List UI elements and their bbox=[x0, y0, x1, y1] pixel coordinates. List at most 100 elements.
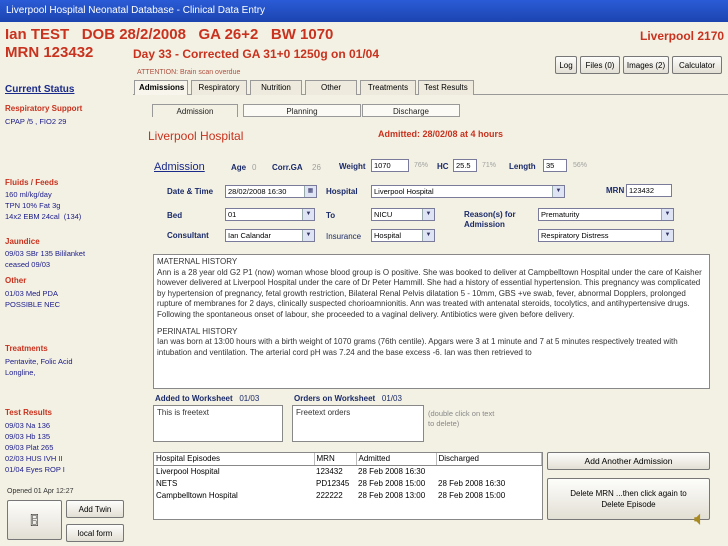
hc-label: HC bbox=[437, 162, 449, 171]
subtab-planning[interactable]: Planning bbox=[243, 104, 361, 117]
local-form-button[interactable]: local form bbox=[66, 524, 124, 542]
episode-mrn: 123432 bbox=[316, 466, 343, 476]
tab-nutrition[interactable]: Nutrition bbox=[250, 80, 302, 95]
weight-label: Weight bbox=[339, 162, 366, 171]
added-to-worksheet-date: 01/03 bbox=[239, 394, 260, 403]
episodes-header-mrn: MRN bbox=[314, 453, 357, 466]
episodes-header-row: Hospital Episodes MRN Admitted Discharge… bbox=[154, 453, 542, 466]
episode-admitted: 28 Feb 2008 13:00 bbox=[358, 490, 426, 500]
other-text: 01/03 Med PDA POSSIBLE NEC bbox=[5, 289, 61, 309]
datetime-value: 28/02/2008 16:30 bbox=[228, 187, 287, 196]
admission-heading: Admission bbox=[154, 161, 205, 173]
patient-mrn: MRN 123432 bbox=[5, 44, 94, 61]
hc-input[interactable]: 25.5 bbox=[453, 159, 477, 172]
status-sidebar: Current Status Respiratory Support CPAP … bbox=[0, 78, 130, 546]
orders-on-worksheet-label: Orders on Worksheet 01/03 bbox=[294, 394, 402, 403]
reason2-select[interactable]: Respiratory Distress ▼ bbox=[538, 229, 674, 242]
consultant-select[interactable]: Ian Calandar ▼ bbox=[225, 229, 315, 242]
calculator-button[interactable]: Calculator bbox=[672, 56, 722, 74]
episodes-table[interactable]: Hospital Episodes MRN Admitted Discharge… bbox=[153, 452, 543, 520]
hospital-label: Hospital bbox=[326, 187, 358, 196]
reason1-select[interactable]: Prematurity ▼ bbox=[538, 208, 674, 221]
opened-timestamp: Opened 01 Apr 12:27 bbox=[7, 488, 74, 495]
speaker-icon[interactable]: 🔈︎ bbox=[694, 508, 706, 531]
hospital-select-value: Liverpool Hospital bbox=[374, 187, 434, 196]
datetime-label: Date & Time bbox=[167, 187, 214, 196]
hc-percentile: 71% bbox=[482, 162, 497, 169]
orders-on-worksheet-text: Orders on Worksheet bbox=[294, 394, 376, 403]
subtab-discharge[interactable]: Discharge bbox=[362, 104, 460, 117]
chevron-down-icon: ▼ bbox=[552, 186, 564, 197]
tab-other[interactable]: Other bbox=[305, 80, 357, 95]
length-label: Length bbox=[509, 162, 536, 171]
weight-percentile: 76% bbox=[414, 162, 429, 169]
window-title: Liverpool Hospital Neonatal Database - C… bbox=[6, 5, 266, 16]
treatments-text: Pentavite, Folic Acid Longline, bbox=[5, 357, 73, 377]
maternal-history-text: Ann is a 28 year old G2 P1 (now) woman w… bbox=[157, 267, 702, 319]
add-twin-button[interactable]: Add Twin bbox=[66, 500, 124, 518]
insurance-select[interactable]: Hospital ▼ bbox=[371, 229, 435, 242]
episodes-header-admitted: Admitted bbox=[356, 453, 437, 466]
images-button[interactable]: Images (2) bbox=[623, 56, 669, 74]
bed-label: Bed bbox=[167, 211, 183, 220]
length-percentile: 56% bbox=[573, 162, 588, 169]
to-label: To bbox=[326, 211, 336, 220]
log-button[interactable]: Log bbox=[555, 56, 577, 74]
hospital-code: Liverpool 2170 bbox=[640, 29, 725, 43]
tab-respiratory[interactable]: Respiratory bbox=[191, 80, 247, 95]
patient-ga: GA 26+2 bbox=[198, 26, 259, 43]
chevron-down-icon: ▼ bbox=[302, 230, 314, 241]
tab-test-results[interactable]: Test Results bbox=[418, 80, 474, 95]
table-row[interactable]: NETS PD12345 28 Feb 2008 15:00 28 Feb 20… bbox=[154, 477, 542, 489]
added-worksheet-box[interactable]: This is freetext bbox=[153, 405, 283, 442]
reason-label: Reason(s) for Admission bbox=[464, 210, 516, 229]
other-title: Other bbox=[5, 276, 27, 285]
episode-mrn: PD12345 bbox=[316, 478, 350, 488]
exit-button[interactable]: 🚪︎ bbox=[7, 500, 62, 540]
delete-episode-button[interactable]: Delete MRN ...then click again to Delete… bbox=[547, 478, 710, 520]
hospital-select[interactable]: Liverpool Hospital ▼ bbox=[371, 185, 565, 198]
weight-input[interactable]: 1070 bbox=[371, 159, 409, 172]
mrn-input[interactable]: 123432 bbox=[626, 184, 672, 197]
double-click-hint: (double click on text to delete) bbox=[428, 409, 495, 428]
add-another-admission-button[interactable]: Add Another Admission bbox=[547, 452, 710, 470]
admission-hospital-title: Liverpool Hospital bbox=[148, 129, 244, 143]
tab-admissions[interactable]: Admissions bbox=[134, 80, 188, 95]
maternal-history-title: MATERNAL HISTORY bbox=[157, 257, 238, 266]
added-to-worksheet-text: Added to Worksheet bbox=[155, 394, 233, 403]
datetime-input[interactable]: 28/02/2008 16:30 ▦ bbox=[225, 185, 317, 198]
attention-notice: ATTENTION: Brain scan overdue bbox=[137, 69, 241, 76]
bed-select-value: 01 bbox=[228, 210, 237, 219]
insurance-select-value: Hospital bbox=[374, 231, 402, 240]
corr-ga-label: Corr.GA bbox=[272, 163, 303, 172]
length-input[interactable]: 35 bbox=[543, 159, 567, 172]
files-button[interactable]: Files (0) bbox=[580, 56, 620, 74]
window-title-bar: Liverpool Hospital Neonatal Database - C… bbox=[0, 0, 728, 22]
corr-ga-value: 26 bbox=[312, 163, 321, 172]
episode-discharged: 28 Feb 2008 15:00 bbox=[438, 490, 506, 500]
tab-treatments[interactable]: Treatments bbox=[360, 80, 416, 95]
bed-select[interactable]: 01 ▼ bbox=[225, 208, 315, 221]
history-textarea[interactable]: MATERNAL HISTORY Ann is a 28 year old G2… bbox=[153, 254, 710, 389]
orders-worksheet-box[interactable]: Freetext orders bbox=[292, 405, 424, 442]
patient-dob: DOB 28/2/2008 bbox=[81, 26, 186, 43]
patient-day-line: Day 33 - Corrected GA 31+0 1250g on 01/0… bbox=[133, 47, 380, 61]
test-results-title: Test Results bbox=[5, 408, 52, 417]
fluids-feeds-title: Fluids / Feeds bbox=[5, 178, 59, 187]
episode-discharged: 28 Feb 2008 16:30 bbox=[438, 478, 506, 488]
added-to-worksheet-label: Added to Worksheet 01/03 bbox=[155, 394, 259, 403]
calendar-icon[interactable]: ▦ bbox=[304, 186, 316, 197]
table-row[interactable]: Liverpool Hospital 123432 28 Feb 2008 16… bbox=[154, 465, 542, 477]
chevron-down-icon: ▼ bbox=[661, 230, 673, 241]
to-select[interactable]: NICU ▼ bbox=[371, 208, 435, 221]
fluids-feeds-text: 160 ml/kg/day TPN 10% Fat 3g 14x2 EBM 24… bbox=[5, 190, 82, 221]
orders-on-worksheet-date: 01/03 bbox=[381, 394, 402, 403]
consultant-label: Consultant bbox=[167, 231, 209, 240]
consultant-select-value: Ian Calandar bbox=[228, 231, 271, 240]
age-value: 0 bbox=[252, 163, 257, 172]
table-row[interactable]: Campbelltown Hospital 222222 28 Feb 2008… bbox=[154, 489, 542, 501]
mrn-label: MRN bbox=[606, 186, 625, 195]
subtab-admission[interactable]: Admission bbox=[152, 104, 238, 117]
reason1-select-value: Prematurity bbox=[541, 210, 580, 219]
jaundice-title: Jaundice bbox=[5, 237, 40, 246]
